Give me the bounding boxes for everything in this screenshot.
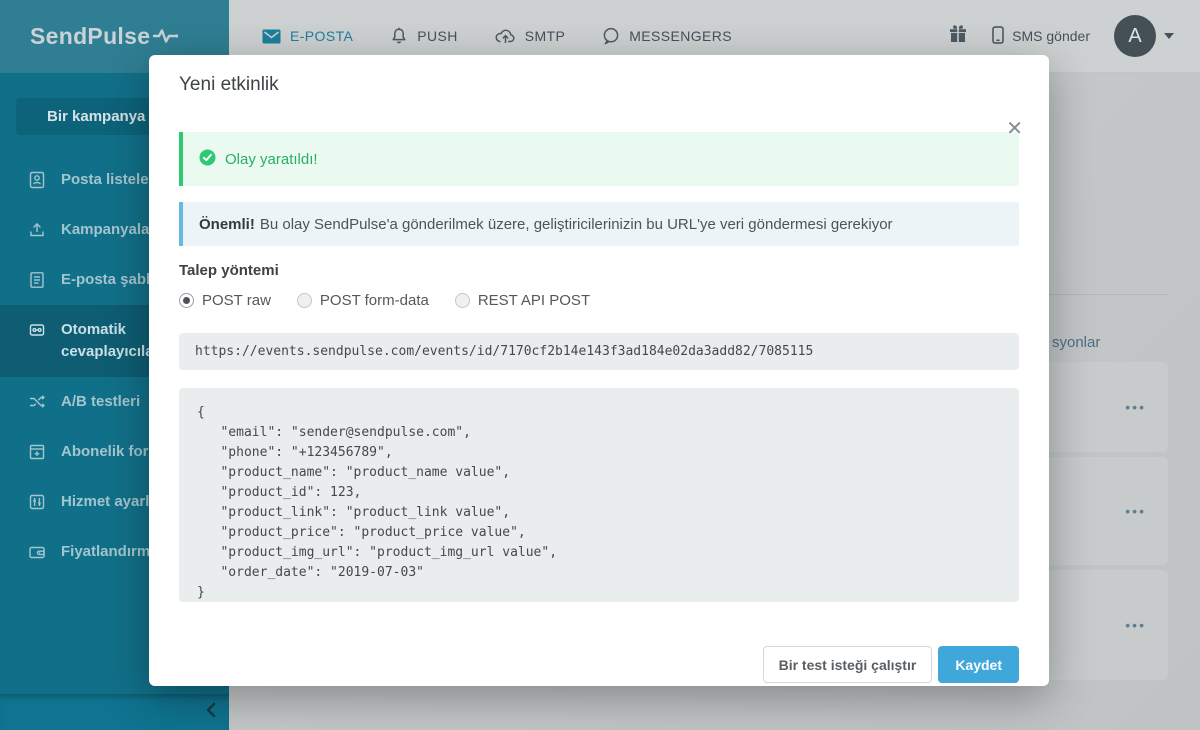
radio-post-raw[interactable]: POST raw bbox=[179, 292, 271, 309]
radio-button-icon[interactable] bbox=[179, 293, 194, 308]
logo-text: SendPulse bbox=[30, 23, 150, 50]
check-circle-icon bbox=[199, 149, 216, 170]
background-column-header: syonlar bbox=[1052, 334, 1100, 351]
radio-post-form-data[interactable]: POST form-data bbox=[297, 292, 429, 309]
event-url-field[interactable]: https://events.sendpulse.com/events/id/7… bbox=[179, 333, 1019, 370]
run-test-request-button[interactable]: Bir test isteği çalıştır bbox=[763, 646, 933, 683]
service-settings-icon bbox=[28, 493, 46, 511]
save-button[interactable]: Kaydet bbox=[938, 646, 1019, 683]
request-method-label: Talep yöntemi bbox=[179, 262, 1019, 279]
tab-messengers-label: MESSENGERS bbox=[629, 28, 732, 44]
pricing-plans-icon bbox=[28, 543, 46, 561]
gift-icon[interactable] bbox=[948, 24, 968, 49]
top-bar-right: SMS gönder A bbox=[948, 15, 1174, 57]
tab-push-label: PUSH bbox=[417, 28, 458, 44]
json-payload-field[interactable]: { "email": "sender@sendpulse.com", "phon… bbox=[179, 388, 1019, 602]
chevron-down-icon bbox=[1164, 33, 1174, 39]
tab-smtp-label: SMTP bbox=[525, 28, 566, 44]
tab-email-label: E-POSTA bbox=[290, 28, 353, 44]
sms-send-button[interactable]: SMS gönder bbox=[992, 26, 1090, 47]
autoresponder-icon bbox=[28, 321, 46, 339]
phone-icon bbox=[992, 26, 1004, 47]
info-alert-text: Bu olay SendPulse'a gönderilmek üzere, g… bbox=[260, 216, 893, 233]
radio-button-icon[interactable] bbox=[455, 293, 470, 308]
cloud-upload-icon bbox=[495, 28, 516, 44]
tab-push[interactable]: PUSH bbox=[390, 27, 458, 45]
row-actions-menu[interactable]: ••• bbox=[1125, 503, 1146, 519]
close-icon[interactable]: ✕ bbox=[1006, 119, 1023, 139]
info-alert-bold: Önemli! bbox=[199, 216, 255, 233]
pulse-icon bbox=[150, 23, 179, 50]
modal-footer: Bir test isteği çalıştır Kaydet bbox=[179, 646, 1019, 683]
success-alert: Olay yaratıldı! bbox=[179, 132, 1019, 186]
tab-messengers[interactable]: MESSENGERS bbox=[602, 27, 732, 45]
radio-post-raw-label: POST raw bbox=[202, 292, 271, 309]
chat-bubble-icon bbox=[602, 27, 620, 45]
subscription-form-icon bbox=[28, 443, 46, 461]
sidebar-collapse-button[interactable] bbox=[0, 694, 229, 730]
top-navigation: E-POSTA PUSH SMTP MESSENGERS bbox=[262, 27, 732, 45]
new-event-modal: Yeni etkinlik ✕ Olay yaratıldı! Önemli! … bbox=[149, 55, 1049, 686]
bell-icon bbox=[390, 27, 408, 45]
send-campaign-icon bbox=[28, 221, 46, 239]
radio-post-form-data-label: POST form-data bbox=[320, 292, 429, 309]
envelope-icon bbox=[262, 29, 281, 44]
info-alert: Önemli! Bu olay SendPulse'a gönderilmek … bbox=[179, 202, 1019, 246]
chevron-left-icon bbox=[205, 702, 217, 723]
success-alert-text: Olay yaratıldı! bbox=[225, 151, 318, 168]
radio-rest-api-post[interactable]: REST API POST bbox=[455, 292, 590, 309]
ab-test-icon bbox=[28, 393, 46, 411]
tab-smtp[interactable]: SMTP bbox=[495, 28, 566, 44]
request-method-options: POST raw POST form-data REST API POST bbox=[179, 292, 1019, 309]
row-actions-menu[interactable]: ••• bbox=[1125, 617, 1146, 633]
address-book-icon bbox=[28, 171, 46, 189]
modal-title: Yeni etkinlik bbox=[179, 55, 1019, 96]
row-actions-menu[interactable]: ••• bbox=[1125, 399, 1146, 415]
tab-email[interactable]: E-POSTA bbox=[262, 28, 353, 44]
account-menu[interactable]: A bbox=[1114, 15, 1174, 57]
sms-send-label: SMS gönder bbox=[1012, 28, 1090, 44]
avatar: A bbox=[1114, 15, 1156, 57]
radio-rest-api-post-label: REST API POST bbox=[478, 292, 590, 309]
template-icon bbox=[28, 271, 46, 289]
radio-button-icon[interactable] bbox=[297, 293, 312, 308]
